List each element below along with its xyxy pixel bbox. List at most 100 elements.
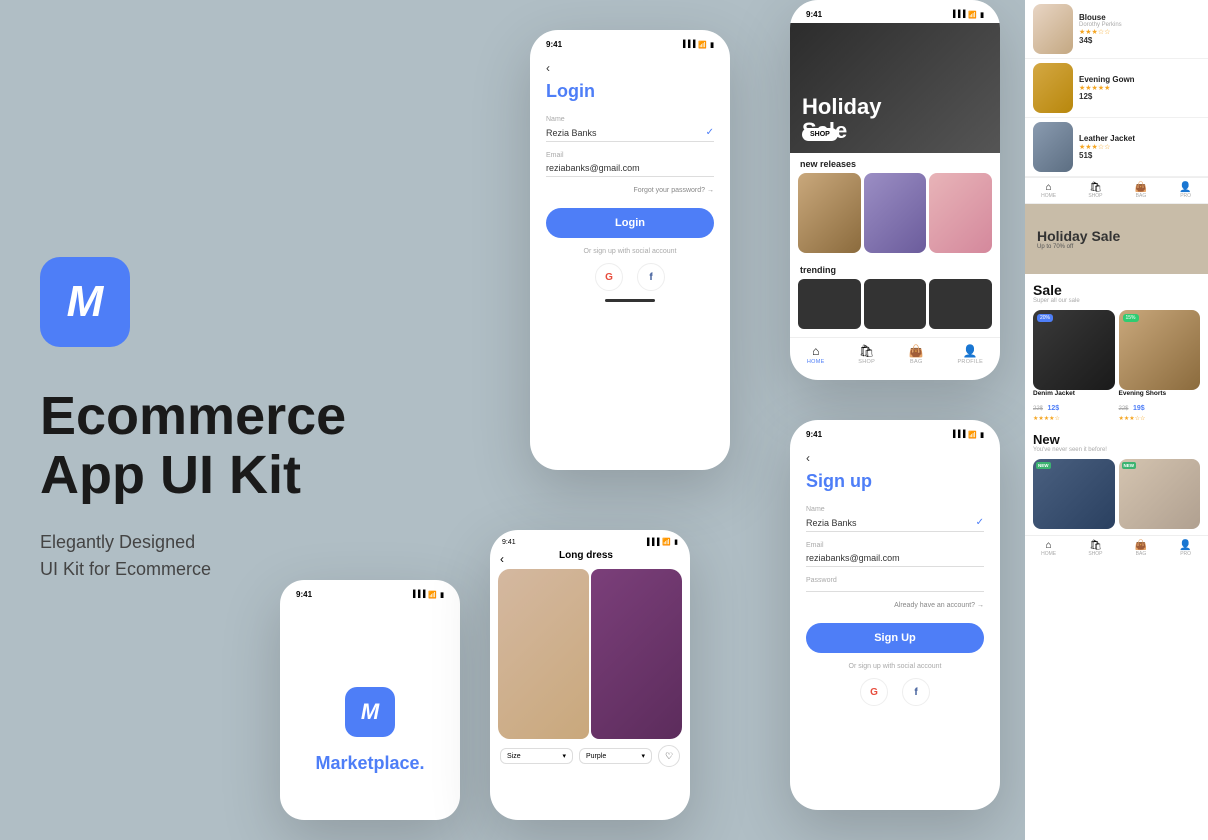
trending-row: [790, 279, 1000, 337]
wifi-icon: 📶: [662, 538, 671, 546]
home-icon-mid: ⌂: [1046, 182, 1052, 193]
nav-bag[interactable]: 👜 BAG: [909, 344, 924, 365]
new-section-sub: You've never seen it before!: [1033, 447, 1200, 453]
new-card-2[interactable]: NEW: [1119, 459, 1201, 529]
sale-cards: 20% Denim Jacket 22$ 12$ ★★★★☆ 15% Eveni…: [1033, 310, 1200, 422]
shop-icon-bottom: 🛍: [1089, 540, 1102, 551]
dress-back-arrow[interactable]: ‹: [500, 552, 504, 566]
logo-letter: M: [67, 277, 104, 327]
dress-title: Long dress: [547, 550, 625, 567]
name-field[interactable]: Rezia Banks ✓: [546, 124, 714, 142]
new-badge-1: NEW: [1036, 462, 1051, 469]
holiday-subtitle-right: Up to 70% off: [1037, 244, 1196, 250]
product-item-jacket: Leather Jacket ★★★☆☆ 51$: [1025, 118, 1208, 177]
home-status: ▐▐▐ 📶 ▮: [951, 11, 984, 19]
dress-image-2: [591, 569, 682, 739]
denim-stars: ★★★★☆: [1033, 415, 1115, 422]
size-label: Size: [507, 753, 521, 760]
new-releases-label: new releases: [790, 153, 1000, 173]
nav-shop-mid[interactable]: 🛍 SHOP: [1088, 182, 1102, 199]
blouse-stars: ★★★☆☆: [1079, 28, 1200, 36]
home-indicator: [605, 299, 655, 302]
email-input-group: Email reziabanks@gmail.com: [546, 152, 714, 177]
home-banner: Holiday Sale SHOP: [790, 23, 1000, 153]
nav-home[interactable]: ⌂ HOME: [807, 344, 825, 365]
trend-card-1: [798, 279, 861, 329]
battery-icon: ▮: [980, 11, 984, 19]
home-time: 9:41: [806, 10, 822, 19]
phone-home: 9:41 ▐▐▐ 📶 ▮ Holiday Sale SHOP new relea…: [790, 0, 1000, 380]
dress-status: ▐▐▐ 📶 ▮: [645, 538, 678, 546]
nav-pro-bottom[interactable]: 👤 PRO: [1179, 540, 1191, 557]
google-login-button[interactable]: G: [595, 263, 623, 291]
battery-icon: ▮: [710, 41, 714, 49]
bag-nav-icon: 👜: [909, 344, 924, 358]
nav-bag-mid[interactable]: 👜 BAG: [1135, 182, 1147, 199]
name-label: Name: [546, 116, 714, 123]
jacket-price: 51$: [1079, 151, 1200, 160]
wifi-icon: 📶: [698, 41, 707, 49]
nav-shop-bottom[interactable]: 🛍 SHOP: [1088, 540, 1102, 557]
wifi-icon: 📶: [968, 11, 977, 19]
signup-back-arrow[interactable]: ‹: [806, 451, 984, 465]
phone-login: 9:41 ▐▐▐ 📶 ▮ ‹ Login Name Rezia Banks ✓ …: [530, 30, 730, 470]
trend-card-2: [864, 279, 927, 329]
login-button[interactable]: Login: [546, 208, 714, 238]
marketplace-logo-letter: M: [361, 699, 379, 725]
nav-home-bottom[interactable]: ⌂ HOME: [1041, 540, 1056, 557]
marketplace-content: M Marketplace.: [280, 603, 460, 820]
email-field[interactable]: reziabanks@gmail.com: [546, 160, 714, 177]
signup-button[interactable]: Sign Up: [806, 623, 984, 653]
nav-bag-bottom[interactable]: 👜 BAG: [1135, 540, 1147, 557]
denim-name: Denim Jacket: [1033, 390, 1115, 397]
facebook-login-button[interactable]: f: [637, 263, 665, 291]
dress-image-area: [498, 569, 682, 739]
google-signup-button[interactable]: G: [860, 678, 888, 706]
signup-status: ▐▐▐ 📶 ▮: [951, 431, 984, 439]
signup-phone-header: 9:41 ▐▐▐ 📶 ▮: [790, 420, 1000, 443]
nav-home-mid[interactable]: ⌂ HOME: [1041, 182, 1056, 199]
battery-icon: ▮: [674, 538, 678, 546]
signup-name-field[interactable]: Rezia Banks ✓: [806, 514, 984, 532]
blouse-thumbnail: [1033, 4, 1073, 54]
new-cards: NEW NEW: [1033, 459, 1200, 529]
social-icons: G f: [546, 263, 714, 291]
jacket-name: Leather Jacket: [1079, 134, 1200, 143]
signup-email-field[interactable]: reziabanks@gmail.com: [806, 550, 984, 567]
marketplace-name: Marketplace.: [315, 753, 424, 774]
email-label: Email: [546, 152, 714, 159]
shorts-old-price: 22$: [1119, 406, 1129, 412]
signup-time: 9:41: [806, 430, 822, 439]
wishlist-button[interactable]: ♡: [658, 745, 680, 767]
signal-icon: ▐▐▐: [411, 591, 426, 598]
evening-shorts-card[interactable]: 15%: [1119, 310, 1201, 390]
already-account-link[interactable]: Already have an account? →: [806, 602, 984, 609]
color-selector[interactable]: Purple ▾: [579, 748, 652, 764]
name-input-group: Name Rezia Banks ✓: [546, 116, 714, 142]
sale-section-title: Sale: [1033, 282, 1200, 298]
jacket-thumbnail: [1033, 122, 1073, 172]
denim-jacket-card[interactable]: 20%: [1033, 310, 1115, 390]
marketplace-header: 9:41 ▐▐▐ 📶 ▮: [280, 580, 460, 603]
color-label: Purple: [586, 753, 606, 760]
bag-icon-bottom: 👜: [1135, 540, 1147, 551]
dress-header: 9:41 ▐▐▐ 📶 ▮: [490, 530, 690, 550]
size-chevron: ▾: [562, 752, 566, 760]
trend-card-3: [929, 279, 992, 329]
size-selector[interactable]: Size ▾: [500, 748, 573, 764]
facebook-signup-button[interactable]: f: [902, 678, 930, 706]
forgot-password-link[interactable]: Forgot your password? →: [546, 187, 714, 194]
signal-icon: ▐▐▐: [951, 431, 966, 438]
signup-password-group: Password: [806, 577, 984, 592]
dress-options: Size ▾ Purple ▾ ♡: [490, 739, 690, 773]
signup-password-field[interactable]: [806, 585, 984, 592]
shop-button[interactable]: SHOP: [802, 128, 838, 141]
new-section: New You've never seen it before! NEW NEW: [1025, 426, 1208, 535]
nav-shop[interactable]: 🛍 SHOP: [858, 344, 875, 365]
new-card-1[interactable]: NEW: [1033, 459, 1115, 529]
sale-section: Sale Super all our sale 20% Denim Jacket…: [1025, 274, 1208, 426]
back-arrow-icon[interactable]: ‹: [546, 61, 714, 75]
nav-profile[interactable]: 👤 PROFILE: [957, 344, 983, 365]
new-badge-2: NEW: [1122, 462, 1137, 469]
nav-pro-mid[interactable]: 👤 PRO: [1179, 182, 1191, 199]
